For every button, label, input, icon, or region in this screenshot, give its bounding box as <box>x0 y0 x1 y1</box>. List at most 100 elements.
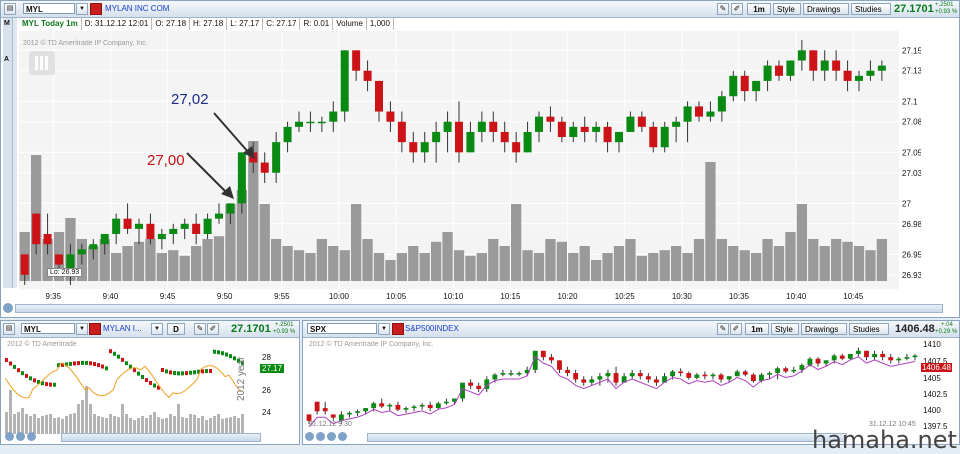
lower-right-toolbar: SPX ▼ S&P500INDEX ✎ ✐ 1m Style Drawings … <box>303 321 959 338</box>
lower-right-index-link[interactable]: S&P500INDEX <box>405 324 459 333</box>
symbol-input[interactable]: MYL <box>23 3 75 14</box>
volume-bar <box>705 162 716 281</box>
style-button[interactable]: Style <box>773 3 801 15</box>
lr-settings-icon[interactable] <box>338 432 347 441</box>
volume-bar <box>396 253 407 281</box>
volume-bar <box>808 239 819 281</box>
lr-candle <box>629 373 635 377</box>
candle-body <box>832 60 841 71</box>
volume-bar <box>556 241 567 281</box>
zoom-in-icon[interactable] <box>3 303 13 313</box>
lower-left-link-icon[interactable] <box>89 323 101 335</box>
y-tick-label: 27 <box>902 199 911 208</box>
ll-volume-bar <box>229 417 232 434</box>
ll-volume-bar <box>201 416 204 434</box>
symbol-dropdown-icon[interactable]: ▼ <box>76 3 88 15</box>
zoom-reset-icon[interactable] <box>27 432 36 441</box>
lower-left-symbol-input[interactable]: MYL <box>21 323 75 334</box>
candle-body <box>535 116 543 132</box>
lower-right-studies-button[interactable]: Studies <box>849 323 889 335</box>
studies-button[interactable]: Studies <box>851 3 891 15</box>
window-menu-icon[interactable]: ▤ <box>4 3 16 15</box>
zoom-in-icon-2[interactable] <box>16 432 25 441</box>
lower-left-dropdown-icon[interactable]: ▼ <box>76 323 88 335</box>
lr-candle <box>548 357 554 361</box>
drawing-tool-icon[interactable]: ✎ <box>717 3 729 15</box>
lower-right-tool-icon[interactable]: ✎ <box>717 323 729 335</box>
period-button[interactable]: 1m <box>747 3 771 15</box>
ll-candle <box>169 370 172 375</box>
ll-candle <box>69 361 72 366</box>
lr-zoom-out-icon[interactable] <box>305 432 314 441</box>
pause-icon[interactable] <box>29 51 55 75</box>
volume-bar <box>465 255 476 281</box>
link-icon[interactable] <box>90 3 102 15</box>
lr-candle <box>613 373 619 383</box>
lr-candle <box>710 374 716 377</box>
volume-bar <box>865 250 876 281</box>
lower-left-tool-icon[interactable]: ✎ <box>194 323 206 335</box>
ll-candle <box>229 354 232 359</box>
lower-right-chart[interactable] <box>305 338 919 430</box>
lower-right-period-button[interactable]: 1m <box>745 323 769 335</box>
ll-volume-bar <box>69 414 72 434</box>
volume-bar <box>133 241 145 281</box>
ll-candle <box>225 352 228 357</box>
lower-right-link-icon[interactable] <box>392 323 404 335</box>
lower-left-pencil-icon[interactable]: ✐ <box>207 323 219 335</box>
lower-right-drawings-button[interactable]: Drawings <box>801 323 847 335</box>
pencil-icon[interactable]: ✐ <box>731 3 743 15</box>
lr-candle <box>912 355 918 358</box>
vertical-scroll-track[interactable] <box>13 18 17 288</box>
lr-candle <box>443 401 449 404</box>
lr-candle <box>807 358 813 366</box>
lower-right-style-button[interactable]: Style <box>771 323 799 335</box>
lower-left-scrollbar[interactable] <box>61 433 261 442</box>
zoom-out-icon[interactable] <box>5 432 14 441</box>
horizontal-scrollbar[interactable] <box>15 304 943 313</box>
ll-volume-bar <box>33 414 36 434</box>
candle-body <box>340 50 349 112</box>
volume-bar <box>476 253 487 281</box>
candle-body <box>180 223 189 229</box>
candle-body <box>43 233 52 245</box>
drawings-button[interactable]: Drawings <box>803 3 849 15</box>
lower-right-dropdown-icon[interactable]: ▼ <box>378 323 390 335</box>
lower-right-symbol-input[interactable]: SPX <box>307 323 377 334</box>
lr-zoom-in-icon[interactable] <box>316 432 325 441</box>
candle-body <box>237 152 246 204</box>
candle-body <box>843 70 852 81</box>
ll-volume-bar <box>209 418 212 434</box>
lower-left-company-link[interactable]: MYLAN I... <box>103 324 142 333</box>
lower-left-chart[interactable] <box>5 338 257 434</box>
company-link[interactable]: MYLAN INC COM <box>105 4 169 13</box>
ll-volume-bar <box>65 416 68 434</box>
ll-volume-bar <box>177 404 180 434</box>
lr-zoom-reset-icon[interactable] <box>327 432 336 441</box>
volume-bar <box>111 253 122 281</box>
ll-candle <box>209 369 212 374</box>
candle-body <box>466 131 475 153</box>
lower-left-dropdown-icon-2[interactable]: ▼ <box>151 323 163 335</box>
lower-left-bottom-icons[interactable] <box>5 432 55 442</box>
lr-candle <box>670 371 676 377</box>
lower-right-pencil-icon[interactable]: ✐ <box>730 323 742 335</box>
ll-candle <box>81 360 84 365</box>
window-menu-icon-2[interactable]: ▤ <box>3 323 15 335</box>
lr-candle <box>726 376 732 380</box>
x-tick-label: 10:25 <box>615 292 636 301</box>
lower-right-scrollbar[interactable] <box>367 433 847 442</box>
volume-bar <box>671 246 682 281</box>
volume-bar <box>191 246 202 281</box>
candle-body <box>409 142 418 153</box>
lr-candle <box>839 355 845 359</box>
lr-candle <box>734 371 740 377</box>
lower-left-period-button[interactable]: D <box>167 323 185 335</box>
lr-candle <box>872 353 877 358</box>
candle-body <box>820 60 829 71</box>
lower-right-bottom-icons[interactable] <box>305 432 355 442</box>
volume-bar <box>499 246 510 281</box>
ll-volume-bar <box>237 418 240 434</box>
candle-body <box>717 96 726 112</box>
lr-candle <box>718 374 724 380</box>
